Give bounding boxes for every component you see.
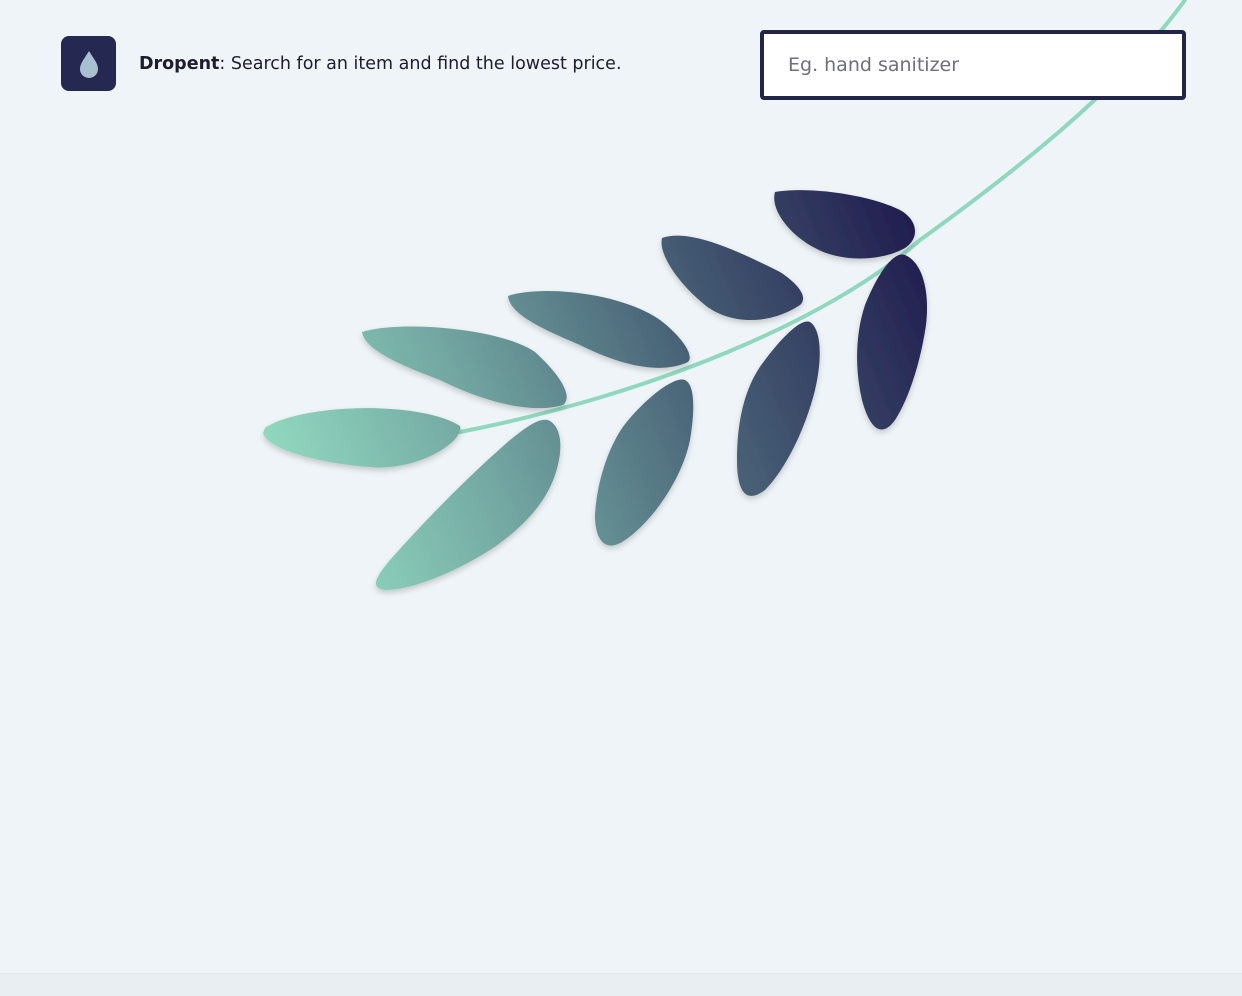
leaf-branch-illustration bbox=[263, 0, 1187, 590]
search-input[interactable] bbox=[764, 34, 1182, 96]
leaf bbox=[737, 321, 820, 496]
search-box bbox=[760, 30, 1186, 100]
leaf bbox=[263, 408, 461, 468]
leaf bbox=[774, 190, 916, 259]
page: Dropent: Search for an item and find the… bbox=[0, 0, 1242, 996]
leaf bbox=[661, 235, 804, 320]
leaf bbox=[362, 326, 567, 409]
leaf bbox=[595, 379, 694, 546]
